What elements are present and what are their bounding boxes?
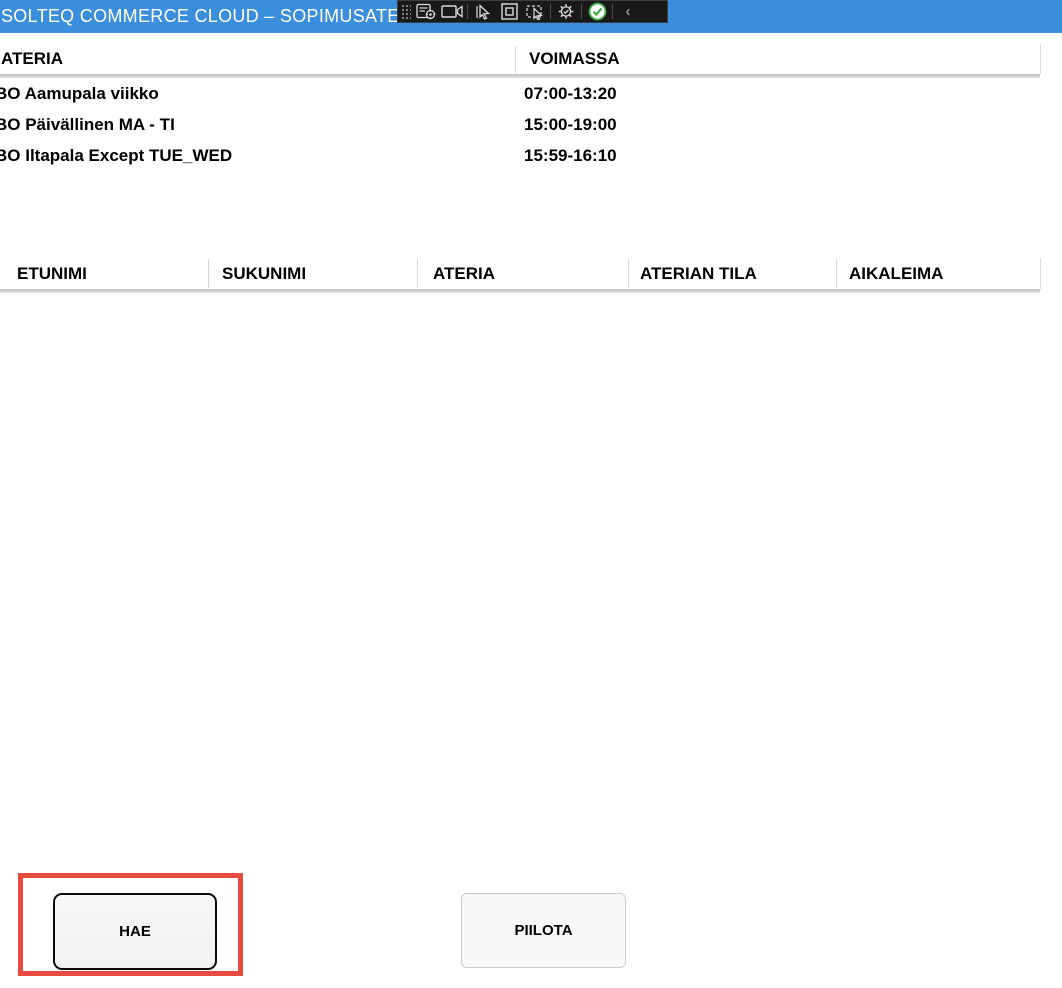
collapse-chevron-icon[interactable]: ‹ — [615, 1, 641, 22]
grip-handle-icon[interactable] — [401, 3, 411, 20]
meal-name: BO Päivällinen MA - TI — [0, 109, 175, 140]
meal-name: BO Aamupala viikko — [0, 78, 159, 109]
column-header-aterian-tila[interactable]: ATERIAN TILA — [640, 258, 757, 289]
confirm-check-icon[interactable] — [584, 1, 610, 22]
toolbar-divider — [550, 4, 551, 19]
toolbar-divider — [581, 4, 582, 19]
cursor-region-icon[interactable] — [522, 1, 548, 22]
column-header-ateria[interactable]: ATERIA — [1, 44, 63, 74]
column-divider[interactable] — [628, 259, 629, 288]
column-header-etunimi[interactable]: ETUNIMI — [17, 258, 87, 289]
meal-name: BO Iltapala Except TUE_WED — [0, 140, 232, 171]
table-row[interactable]: BO Aamupala viikko 07:00-13:20 — [0, 78, 1041, 109]
column-header-sukunimi[interactable]: SUKUNIMI — [222, 258, 306, 289]
meal-hours: 07:00-13:20 — [524, 78, 617, 109]
toolbar-divider — [467, 4, 468, 19]
table-row[interactable]: BO Päivällinen MA - TI 15:00-19:00 — [0, 109, 1041, 140]
column-divider[interactable] — [836, 259, 837, 288]
table-row[interactable]: BO Iltapala Except TUE_WED 15:59-16:10 — [0, 140, 1041, 171]
recorder-toolbar: ‹ — [397, 0, 668, 23]
meal-hours: 15:59-16:10 — [524, 140, 617, 171]
piilota-button[interactable]: PIILOTA — [461, 893, 626, 968]
hae-button[interactable]: HAE — [53, 893, 217, 970]
video-camera-icon[interactable] — [439, 1, 465, 22]
window-title: SOLTEQ COMMERCE CLOUD – SOPIMUSATERIA — [1, 0, 431, 33]
column-header-voimassa[interactable]: VOIMASSA — [529, 44, 620, 74]
region-select-icon[interactable] — [496, 1, 522, 22]
column-divider[interactable] — [515, 46, 516, 73]
header-bottom-border — [0, 289, 1040, 293]
settings-gear-icon[interactable] — [553, 1, 579, 22]
recording-options-icon[interactable] — [413, 1, 439, 22]
toolbar-divider — [612, 4, 613, 19]
column-header-aikaleima[interactable]: AIKALEIMA — [849, 258, 943, 289]
column-divider[interactable] — [208, 259, 209, 288]
column-header-ateria2[interactable]: ATERIA — [433, 258, 495, 289]
meals-table-header: ATERIA VOIMASSA — [0, 44, 1041, 74]
cursor-capture-icon[interactable] — [470, 1, 496, 22]
meal-hours: 15:00-19:00 — [524, 109, 617, 140]
orders-table-header: ETUNIMI SUKUNIMI ATERIA ATERIAN TILA AIK… — [0, 258, 1041, 289]
column-divider[interactable] — [417, 259, 418, 288]
